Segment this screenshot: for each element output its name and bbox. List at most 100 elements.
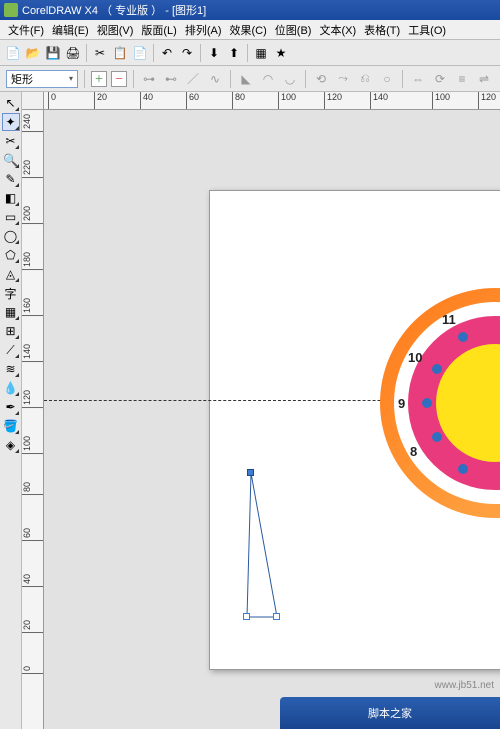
rectangle-tool[interactable]: ▭ [2, 208, 20, 226]
menu-file[interactable]: 文件(F) [4, 20, 48, 40]
redo-button[interactable]: ↷ [178, 44, 196, 62]
to-curve-button: ∿ [206, 70, 224, 88]
ruler-tick: 100 [432, 92, 450, 110]
close-curve-button: ○ [378, 70, 396, 88]
menu-table[interactable]: 表格(T) [360, 20, 404, 40]
freehand-tool[interactable]: ✎ [2, 170, 20, 188]
node-handle[interactable] [247, 469, 254, 476]
clock-number-11: 11 [442, 312, 456, 327]
export-button[interactable]: ⬆ [225, 44, 243, 62]
shape-type-combo[interactable]: 矩形 ▾ [6, 70, 78, 88]
footer-banner: 脚本之家 [280, 697, 500, 729]
menu-edit[interactable]: 编辑(E) [48, 20, 93, 40]
separator [84, 70, 85, 88]
dimension-tool[interactable]: ⊞ [2, 322, 20, 340]
clock-number-8: 8 [410, 444, 417, 459]
watermark: www.jb51.net [435, 680, 494, 691]
eyedropper-tool[interactable]: 💧 [2, 379, 20, 397]
print-button[interactable]: 🖨 [64, 44, 82, 62]
new-button[interactable]: 📄 [4, 44, 22, 62]
node-handle[interactable] [273, 613, 280, 620]
ruler-tick: 140 [370, 92, 388, 110]
fill-tool[interactable]: 🪣 [2, 417, 20, 435]
node-delete-button[interactable]: － [111, 71, 127, 87]
menu-arrange[interactable]: 排列(A) [181, 20, 226, 40]
cut-button[interactable]: ✂ [91, 44, 109, 62]
ruler-tick: 0 [48, 92, 56, 110]
table-tool[interactable]: ▦ [2, 303, 20, 321]
separator [133, 70, 134, 88]
menu-text[interactable]: 文本(X) [315, 20, 360, 40]
menu-bitmap[interactable]: 位图(B) [271, 20, 316, 40]
ruler-tick: 160 [22, 298, 44, 316]
shape-tool[interactable]: ✦ [2, 113, 20, 131]
menu-effects[interactable]: 效果(C) [226, 20, 271, 40]
ruler-tick: 80 [22, 482, 44, 495]
interactive-fill-tool[interactable]: ◈ [2, 436, 20, 454]
ruler-tick: 20 [94, 92, 107, 110]
clock-dot [432, 432, 442, 442]
undo-button[interactable]: ↶ [158, 44, 176, 62]
reverse-curve-button: ⟲ [312, 70, 330, 88]
canvas-area[interactable]: 11 10 9 8 www.jb51.net [44, 110, 500, 729]
clock-artwork[interactable]: 11 10 9 8 [380, 288, 500, 518]
zoom-tool[interactable]: 🔍 [2, 151, 20, 169]
symmetric-node-button: ◡ [281, 70, 299, 88]
crop-tool[interactable]: ✂ [2, 132, 20, 150]
node-handle[interactable] [243, 613, 250, 620]
separator [200, 44, 201, 62]
ruler-tick: 120 [478, 92, 496, 110]
align-nodes-button: ≡ [453, 70, 471, 88]
import-button[interactable]: ⬇ [205, 44, 223, 62]
smooth-node-button: ◠ [259, 70, 277, 88]
save-button[interactable]: 💾 [44, 44, 62, 62]
app-launcher-button[interactable]: ▦ [252, 44, 270, 62]
ruler-tick: 100 [278, 92, 296, 110]
separator [247, 44, 248, 62]
paste-button[interactable]: 📄 [131, 44, 149, 62]
ruler-tick: 240 [22, 114, 44, 132]
break-nodes-button: ⊷ [162, 70, 180, 88]
ruler-tick: 120 [22, 390, 44, 408]
standard-toolbar: 📄 📂 💾 🖨 ✂ 📋 📄 ↶ ↷ ⬇ ⬆ ▦ ★ [0, 40, 500, 66]
welcome-button[interactable]: ★ [272, 44, 290, 62]
polygon-tool[interactable]: ⬠ [2, 246, 20, 264]
open-button[interactable]: 📂 [24, 44, 42, 62]
copy-button[interactable]: 📋 [111, 44, 129, 62]
menu-view[interactable]: 视图(V) [93, 20, 138, 40]
menubar: 文件(F) 编辑(E) 视图(V) 版面(L) 排列(A) 效果(C) 位图(B… [0, 20, 500, 40]
clock-dot [458, 464, 468, 474]
ruler-tick: 60 [186, 92, 199, 110]
node-add-button[interactable]: ＋ [91, 71, 107, 87]
menu-tools[interactable]: 工具(O) [404, 20, 450, 40]
ruler-tick: 80 [232, 92, 245, 110]
extend-curve-button: ⤳ [334, 70, 352, 88]
outline-tool[interactable]: ✒ [2, 398, 20, 416]
menu-layout[interactable]: 版面(L) [137, 20, 180, 40]
triangle-path [247, 473, 277, 617]
ruler-vertical[interactable]: 240 220 200 180 160 140 120 100 80 60 40… [22, 110, 44, 729]
app-icon [4, 3, 18, 17]
ruler-tick: 0 [22, 666, 44, 674]
pick-tool[interactable]: ↖ [2, 94, 20, 112]
ruler-tick: 120 [324, 92, 342, 110]
shape-type-value: 矩形 [11, 71, 33, 87]
clock-dot [432, 364, 442, 374]
connector-tool[interactable]: ⟋ [2, 341, 20, 359]
separator [86, 44, 87, 62]
clock-number-9: 9 [398, 396, 405, 411]
selected-triangle-shape[interactable] [239, 465, 299, 628]
ruler-tick: 60 [22, 528, 44, 541]
interactive-blend-tool[interactable]: ≋ [2, 360, 20, 378]
workspace[interactable]: 0 20 40 60 80 100 120 140 100 120 240 22… [22, 92, 500, 729]
ruler-horizontal[interactable]: 0 20 40 60 80 100 120 140 100 120 [44, 92, 500, 110]
ruler-corner[interactable] [22, 92, 44, 110]
main-area: ↖ ✦ ✂ 🔍 ✎ ◧ ▭ ◯ ⬠ ◬ 字 ▦ ⊞ ⟋ ≋ 💧 ✒ 🪣 ◈ 0 … [0, 92, 500, 729]
chevron-down-icon: ▾ [69, 74, 73, 83]
basic-shapes-tool[interactable]: ◬ [2, 265, 20, 283]
ellipse-tool[interactable]: ◯ [2, 227, 20, 245]
text-tool[interactable]: 字 [2, 284, 20, 302]
smart-fill-tool[interactable]: ◧ [2, 189, 20, 207]
rotate-nodes-button: ⟳ [431, 70, 449, 88]
ruler-tick: 20 [22, 620, 44, 633]
